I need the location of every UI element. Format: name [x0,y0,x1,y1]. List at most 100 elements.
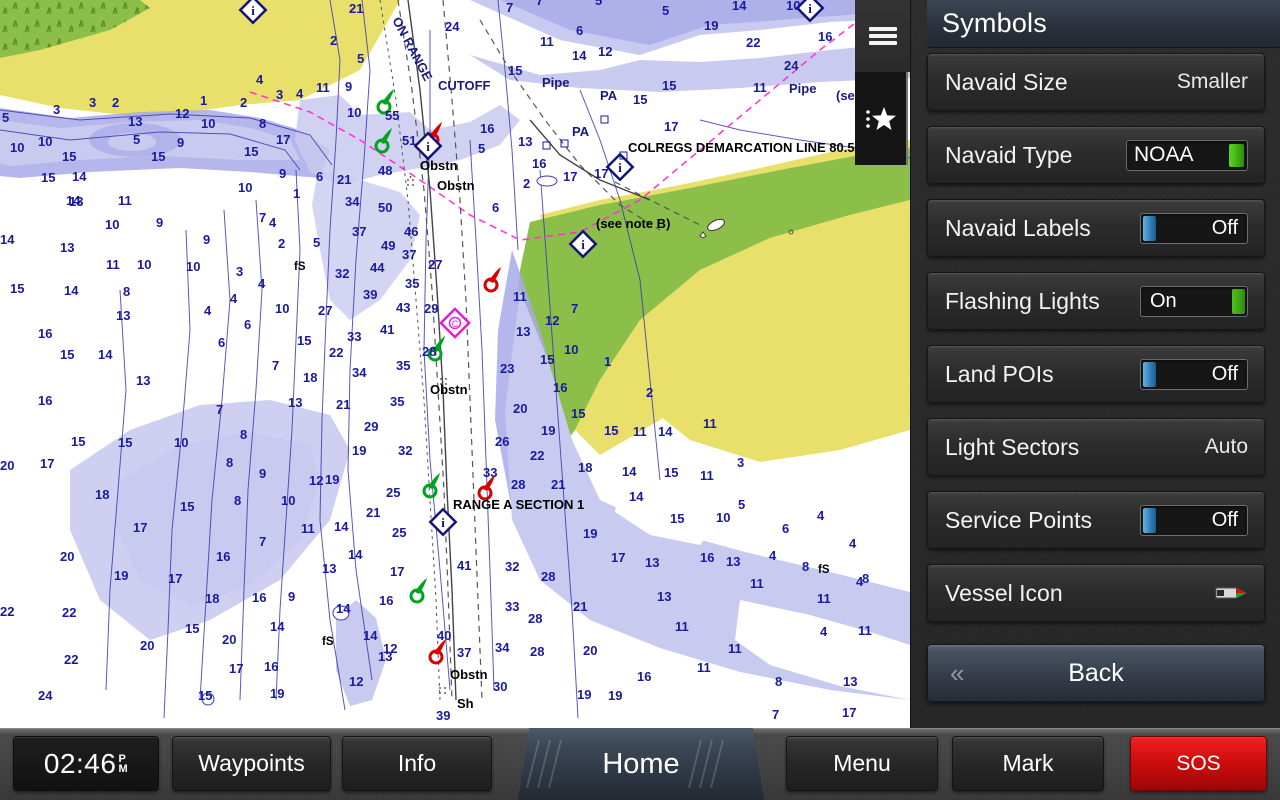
favorites-tab-button[interactable] [855,72,908,165]
depth-sounding: 33 [347,329,361,344]
depth-sounding: 15 [10,281,24,296]
navaid-type-combo[interactable]: NOAA [1126,139,1248,171]
depth-sounding: 12 [175,106,189,121]
depth-sounding: 22 [0,604,14,619]
depth-sounding: 17 [664,119,678,134]
depth-sounding: 30 [493,679,507,694]
depth-sounding: 22 [64,652,78,667]
depth-sounding: 15 [41,170,55,185]
setting-row-service-points[interactable]: Service Points Off [927,491,1265,549]
depth-sounding: 9 [279,166,286,181]
depth-sounding: 15 [151,149,165,164]
depth-sounding: 6 [782,521,789,536]
depth-sounding: 34 [345,194,360,209]
depth-sounding: 16 [637,669,651,684]
toggle-indicator [1143,361,1156,387]
flashing-lights-toggle[interactable]: On [1140,285,1248,317]
depth-sounding: 8 [240,427,247,442]
depth-sounding: 17 [611,550,625,565]
setting-row-light-sectors[interactable]: Light Sectors Auto [927,418,1265,476]
depth-sounding: 20 [60,549,74,564]
chart-label: fS [322,636,334,648]
svg-text:i: i [441,515,445,530]
info-button[interactable]: Info [342,736,492,791]
service-points-toggle[interactable]: Off [1140,504,1248,536]
depth-sounding: 15 [185,621,199,636]
depth-sounding: 11 [540,34,554,49]
depth-sounding: 3 [276,87,283,102]
setting-row-vessel-icon[interactable]: Vessel Icon [927,564,1265,622]
depth-sounding: 11 [697,660,711,675]
depth-sounding: 14 [572,48,587,63]
setting-row-flashing-lights[interactable]: Flashing Lights On [927,272,1265,330]
depth-sounding: 13 [518,134,532,149]
setting-row-land-pois[interactable]: Land POIs Off [927,345,1265,403]
clock-button[interactable]: 02:46 P M [13,736,159,791]
waypoints-button[interactable]: Waypoints [172,736,331,791]
chart-label: fS [818,564,830,576]
depth-sounding: 40 [437,628,451,643]
depth-sounding: 50 [378,200,392,215]
depth-sounding: 16 [553,380,567,395]
depth-sounding: 4 [230,291,238,306]
setting-label: Vessel Icon [945,579,1063,606]
depth-sounding: 13 [69,194,83,209]
setting-row-navaid-labels[interactable]: Navaid Labels Off [927,199,1265,257]
land-pois-toggle[interactable]: Off [1140,358,1248,390]
depth-sounding: 7 [259,210,266,225]
depth-sounding: 37 [457,645,471,660]
depth-sounding: 8 [862,571,869,586]
depth-sounding: 7 [216,402,223,417]
depth-sounding: 14 [629,489,644,504]
setting-row-navaid-size[interactable]: Navaid Size Smaller [927,53,1265,111]
clock-meridiem: P M [118,753,128,774]
depth-sounding: 19 [352,443,366,458]
navaid-labels-toggle[interactable]: Off [1140,212,1248,244]
depth-sounding: 24 [784,58,799,73]
panel-header: Symbols [927,0,1280,48]
depth-sounding: 4 [820,624,828,639]
depth-sounding: 7 [506,0,513,15]
depth-sounding: 17 [594,166,608,181]
sos-button[interactable]: SOS [1130,736,1267,791]
toggle-indicator [1232,288,1245,314]
depth-sounding: 10 [786,0,800,13]
depth-sounding: 19 [114,568,128,583]
back-button[interactable]: « Back [927,644,1265,702]
settings-row-list: Navaid Size Smaller Navaid Type NOAA Nav… [927,53,1265,637]
menu-tab-button[interactable] [855,0,910,72]
depth-sounding: 5 [2,110,9,125]
depth-sounding: 14 [72,169,87,184]
depth-sounding: 10 [238,180,252,195]
setting-label: Light Sectors [945,433,1080,460]
setting-label: Flashing Lights [945,287,1100,314]
depth-sounding: 48 [378,163,392,178]
depth-sounding: 10 [564,342,578,357]
depth-sounding: 17 [276,132,290,147]
chart-label: PA [600,88,618,103]
depth-sounding: 15 [244,144,258,159]
depth-sounding: 29 [364,419,378,434]
depth-sounding: 6 [218,335,225,350]
depth-sounding: 15 [604,423,618,438]
mark-button[interactable]: Mark [952,736,1104,791]
svg-text:i: i [808,1,812,16]
depth-sounding: 9 [345,79,352,94]
depth-sounding: 23 [500,361,514,376]
depth-sounding: 9 [177,135,184,150]
setting-row-navaid-type[interactable]: Navaid Type NOAA [927,126,1265,184]
sos-button-label: SOS [1176,751,1221,775]
depth-sounding: 51 [402,133,416,148]
depth-sounding: 22 [530,448,544,463]
menu-button[interactable]: Menu [786,736,938,791]
depth-sounding: 9 [288,589,295,604]
depth-sounding: 35 [396,358,410,373]
depth-sounding: 28 [422,344,436,359]
depth-sounding: 16 [379,593,393,608]
depth-sounding: 8 [802,559,809,574]
home-button[interactable]: Home [518,728,764,800]
depth-sounding: 19 [270,686,284,701]
depth-sounding: 17 [842,705,856,720]
chart-label: fS [294,261,306,273]
vessel-icon-preview[interactable] [1214,584,1248,602]
